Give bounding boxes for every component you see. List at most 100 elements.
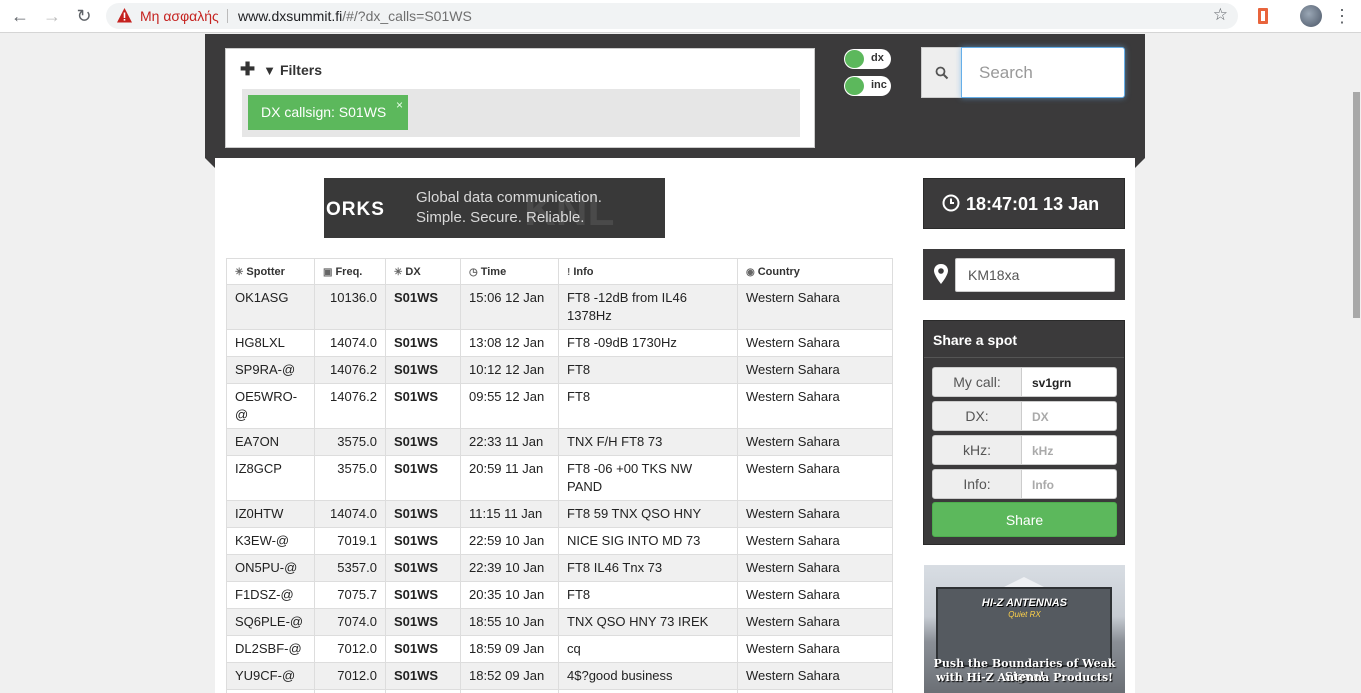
page-scrollbar[interactable] bbox=[1352, 34, 1361, 693]
active-filters-area: DX callsign: S01WS × bbox=[242, 89, 800, 137]
table-row[interactable]: SQ6PLE-@ 7074.0 S01WS 18:55 10 Jan TNX QSO H… bbox=[226, 608, 893, 636]
filters-header[interactable]: ✚ ▼ Filters bbox=[240, 59, 322, 80]
add-filter-icon[interactable]: ✚ bbox=[240, 59, 255, 79]
cell-dx[interactable]: S01WS bbox=[385, 329, 461, 357]
filters-title: Filters bbox=[279, 62, 322, 78]
cell-dx[interactable]: S01WS bbox=[385, 428, 461, 456]
cell-spotter[interactable]: YU9CF-@ bbox=[226, 662, 315, 690]
table-row[interactable]: EA7ON 3575.0 S01WS 22:33 11 Jan TNX F/H FT8 … bbox=[226, 428, 893, 456]
profile-avatar[interactable] bbox=[1300, 5, 1322, 27]
cell-time: 22:33 11 Jan bbox=[460, 428, 559, 456]
toggle-dx-knob bbox=[845, 50, 864, 68]
cell-time: 15:06 12 Jan bbox=[460, 284, 559, 330]
cell-spotter[interactable]: SP9RA-@ bbox=[226, 356, 315, 384]
col-header-time[interactable]: ◷ Time bbox=[460, 258, 559, 285]
exclamation-icon: ! bbox=[567, 266, 571, 278]
table-row[interactable]: YU9CF-@ 7012.0 S01WS 18:52 09 Jan 4$?good bu… bbox=[226, 662, 893, 690]
cell-spotter[interactable]: IZ0HTW bbox=[226, 500, 315, 528]
toggle-dx[interactable]: dx bbox=[844, 49, 891, 69]
cell-spotter[interactable]: HG8LXL bbox=[226, 329, 315, 357]
khz-input[interactable]: kHz bbox=[1022, 435, 1117, 465]
ad2-caption-2: with Hi-Z Antenna Products! bbox=[935, 671, 1113, 684]
cell-spotter[interactable]: EA7ON bbox=[226, 428, 315, 456]
toggle-dx-label: dx bbox=[871, 52, 884, 64]
table-row[interactable]: F1DSZ-@ 7075.7 S01WS 20:35 10 Jan FT8 Western… bbox=[226, 581, 893, 609]
reload-icon[interactable]: ↻ bbox=[72, 5, 96, 27]
cell-dx[interactable]: S01WS bbox=[385, 554, 461, 582]
cell-spotter[interactable]: OK1ASG bbox=[226, 284, 315, 330]
url-text: www.dxsummit.fi/#/?dx_calls=S01WS bbox=[238, 8, 472, 24]
extension-icon[interactable] bbox=[1256, 7, 1270, 25]
scrollbar-thumb[interactable] bbox=[1353, 92, 1360, 318]
utc-clock: 18:47:01 13 Jan bbox=[923, 178, 1125, 229]
cell-dx[interactable]: S01WS bbox=[385, 383, 461, 429]
col-header-country[interactable]: ◉ Country bbox=[737, 258, 893, 285]
cell-country: Western Sahara bbox=[737, 284, 893, 330]
cell-country: Western Sahara bbox=[737, 689, 893, 693]
table-row[interactable]: SP9RA-@ 14076.2 S01WS 10:12 12 Jan FT8 Wester… bbox=[226, 356, 893, 384]
forward-arrow-icon[interactable]: → bbox=[40, 5, 64, 27]
cell-spotter[interactable]: ON5PU-@ bbox=[226, 554, 315, 582]
cell-dx[interactable]: S01WS bbox=[385, 662, 461, 690]
browser-menu-icon[interactable]: ⋮ bbox=[1333, 5, 1351, 27]
back-arrow-icon[interactable]: ← bbox=[8, 5, 32, 27]
omnibox-divider bbox=[227, 9, 228, 23]
search-addon bbox=[921, 47, 961, 98]
remove-filter-icon[interactable]: × bbox=[396, 98, 403, 112]
funnel-icon: ▼ bbox=[263, 63, 276, 78]
address-bar[interactable]: Μη ασφαλής www.dxsummit.fi/#/?dx_calls=S… bbox=[106, 3, 1238, 29]
hiz-antennas-ad[interactable]: HI-Z ANTENNAS Quiet RX Push the Boundari… bbox=[924, 565, 1125, 693]
cell-dx[interactable]: S01WS bbox=[385, 455, 461, 501]
locator-panel: KM18xa bbox=[923, 249, 1125, 300]
cell-freq: 14076.2 bbox=[314, 383, 386, 429]
cell-dx[interactable]: S01WS bbox=[385, 527, 461, 555]
locator-input[interactable]: KM18xa bbox=[955, 258, 1115, 292]
info-input[interactable]: Info bbox=[1022, 469, 1117, 499]
my-call-input[interactable]: sv1grn bbox=[1022, 367, 1117, 397]
cell-freq: 7019.1 bbox=[314, 527, 386, 555]
table-row[interactable]: K3EW-@ 7019.1 S01WS 22:59 10 Jan NICE SIG IN… bbox=[226, 527, 893, 555]
cell-dx[interactable]: S01WS bbox=[385, 356, 461, 384]
table-row[interactable]: OE5WRO-@ 14076.2 S01WS 09:55 12 Jan FT8 Weste… bbox=[226, 383, 893, 429]
cell-spotter[interactable]: PA2RU-@ bbox=[226, 689, 315, 693]
cell-spotter[interactable]: SQ6PLE-@ bbox=[226, 608, 315, 636]
cell-spotter[interactable]: OE5WRO-@ bbox=[226, 383, 315, 429]
table-row[interactable]: OK1ASG 10136.0 S01WS 15:06 12 Jan FT8 -12dB … bbox=[226, 284, 893, 330]
table-row[interactable]: ON5PU-@ 5357.0 S01WS 22:39 10 Jan FT8 IL46 T… bbox=[226, 554, 893, 582]
cell-spotter[interactable]: K3EW-@ bbox=[226, 527, 315, 555]
col-header-dx[interactable]: ✳ DX bbox=[385, 258, 461, 285]
share-button[interactable]: Share bbox=[932, 502, 1117, 537]
table-row[interactable]: PA2RU-@7012.0S01WS18:52 09 Janpse 30mWes… bbox=[226, 689, 893, 693]
cell-time: 11:15 11 Jan bbox=[460, 500, 559, 528]
cell-info: pse 30m bbox=[558, 689, 738, 693]
col-header-freq[interactable]: ▣ Freq. bbox=[314, 258, 386, 285]
filters-panel: ✚ ▼ Filters DX callsign: S01WS × bbox=[225, 48, 815, 148]
ad2-sub: Quiet RX bbox=[1008, 610, 1041, 619]
search-input[interactable] bbox=[961, 47, 1125, 98]
banner-line-1: Global data communication. bbox=[416, 189, 602, 206]
cell-dx[interactable]: S01WS bbox=[385, 500, 461, 528]
share-spot-panel: Share a spot My call: sv1grn DX: DX kHz:… bbox=[923, 320, 1125, 545]
cell-dx[interactable]: S01WS bbox=[385, 608, 461, 636]
toggle-inc[interactable]: inc bbox=[844, 76, 891, 96]
cell-dx[interactable]: S01WS bbox=[385, 284, 461, 330]
cell-dx[interactable]: S01WS bbox=[385, 581, 461, 609]
col-header-spotter[interactable]: ✳ Spotter bbox=[226, 258, 315, 285]
col-header-info[interactable]: ! Info bbox=[558, 258, 738, 285]
cell-spotter[interactable]: F1DSZ-@ bbox=[226, 581, 315, 609]
cell-dx[interactable]: S01WS bbox=[385, 689, 461, 693]
cell-time: 18:55 10 Jan bbox=[460, 608, 559, 636]
filter-tag-dx-callsign[interactable]: DX callsign: S01WS × bbox=[248, 95, 408, 130]
dx-input[interactable]: DX bbox=[1022, 401, 1117, 431]
cell-time: 10:12 12 Jan bbox=[460, 356, 559, 384]
table-row[interactable]: DL2SBF-@ 7012.0 S01WS 18:59 09 Jan cq Western… bbox=[226, 635, 893, 663]
ad-banner[interactable]: KNL ORKS Global data communication. Simp… bbox=[324, 178, 665, 238]
table-row[interactable]: IZ8GCP 3575.0 S01WS 20:59 11 Jan FT8 -06 +00… bbox=[226, 455, 893, 501]
cell-spotter[interactable]: DL2SBF-@ bbox=[226, 635, 315, 663]
cell-dx[interactable]: S01WS bbox=[385, 635, 461, 663]
table-row[interactable]: HG8LXL 14074.0 S01WS 13:08 12 Jan FT8 -09dB … bbox=[226, 329, 893, 357]
table-row[interactable]: IZ0HTW 14074.0 S01WS 11:15 11 Jan FT8 59 TNX… bbox=[226, 500, 893, 528]
cell-spotter[interactable]: IZ8GCP bbox=[226, 455, 315, 501]
bookmark-star-icon[interactable]: ☆ bbox=[1213, 5, 1228, 25]
header-corner-left bbox=[205, 158, 215, 168]
